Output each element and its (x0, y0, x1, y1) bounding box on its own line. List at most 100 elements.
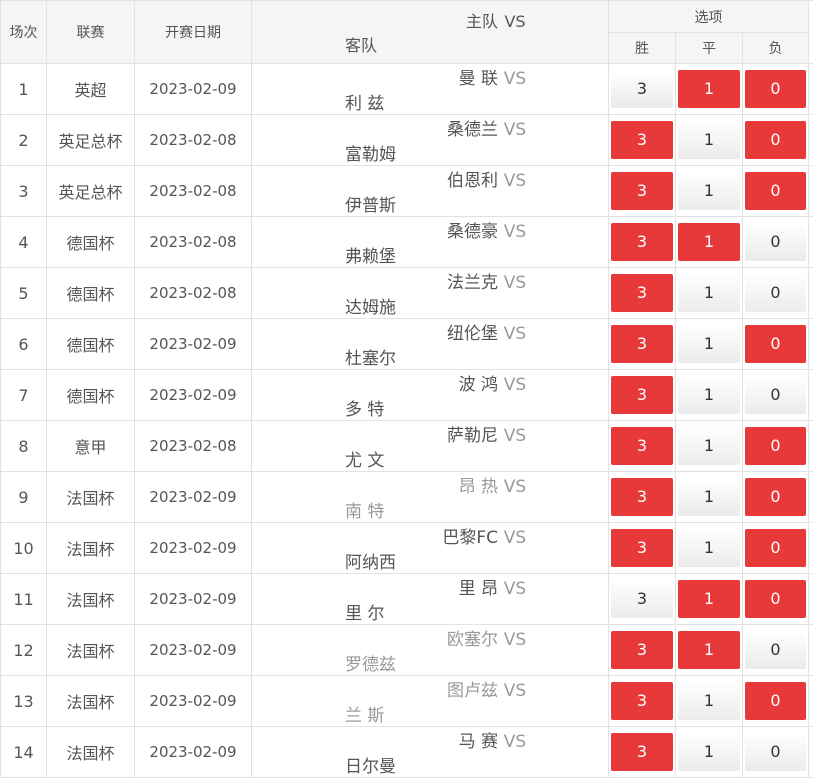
option-lose-button[interactable]: 0 (745, 274, 807, 312)
match-row: 4 德国杯 2023-02-08 桑德豪 VS 弗赖堡 3 1 0 (0, 216, 813, 268)
match-number: 10 (0, 522, 47, 574)
match-row: 1 英超 2023-02-09 曼 联 VS 利 兹 3 1 0 (0, 63, 813, 115)
option-lose-button[interactable]: 0 (745, 70, 807, 108)
option-draw-button[interactable]: 1 (678, 733, 740, 771)
match-league: 德国杯 (46, 267, 135, 319)
option-lose-button[interactable]: 0 (745, 223, 807, 261)
option-win-button[interactable]: 3 (611, 172, 673, 210)
match-teams: 法兰克 VS 达姆施 (251, 267, 609, 319)
option-win-button[interactable]: 3 (611, 121, 673, 159)
option-win-button[interactable]: 3 (611, 733, 673, 771)
away-team: 弗赖堡 (345, 247, 396, 267)
vs-label: VS (503, 579, 527, 599)
away-team: 日尔曼 (345, 757, 396, 777)
option-win-button[interactable]: 3 (611, 529, 673, 567)
match-league: 英足总杯 (46, 114, 135, 166)
match-teams: 桑德兰 VS 富勒姆 (251, 114, 609, 166)
match-number: 9 (0, 471, 47, 523)
option-lose-button[interactable]: 0 (745, 172, 807, 210)
option-lose-button[interactable]: 0 (745, 478, 807, 516)
option-lose-button[interactable]: 0 (745, 529, 807, 567)
home-team: 萨勒尼 (447, 426, 498, 446)
match-league: 意甲 (46, 420, 135, 472)
option-lose-button[interactable]: 0 (745, 376, 807, 414)
option-draw-button[interactable]: 1 (678, 580, 740, 618)
header-teams: 主队 VS 客队 (251, 0, 609, 64)
match-row: 2 英足总杯 2023-02-08 桑德兰 VS 富勒姆 3 1 0 (0, 114, 813, 166)
match-date: 2023-02-09 (134, 522, 252, 574)
option-draw-button[interactable]: 1 (678, 478, 740, 516)
option-win-button[interactable]: 3 (611, 274, 673, 312)
match-date: 2023-02-09 (134, 63, 252, 115)
vs-label: VS (503, 273, 527, 293)
option-lose-button[interactable]: 0 (745, 682, 807, 720)
option-draw-button[interactable]: 1 (678, 274, 740, 312)
match-league: 法国杯 (46, 726, 135, 778)
vs-label: VS (503, 69, 527, 89)
home-team: 图卢兹 (447, 681, 498, 701)
match-row: 10 法国杯 2023-02-09 巴黎FC VS 阿纳西 3 1 0 (0, 522, 813, 574)
option-win-button[interactable]: 3 (611, 427, 673, 465)
away-team: 阿纳西 (345, 553, 396, 573)
option-win-button[interactable]: 3 (611, 325, 673, 363)
header-option-draw: 平 (675, 32, 743, 64)
match-league: 英超 (46, 63, 135, 115)
match-date: 2023-02-08 (134, 165, 252, 217)
match-number: 7 (0, 369, 47, 421)
option-lose-button[interactable]: 0 (745, 325, 807, 363)
match-date: 2023-02-08 (134, 216, 252, 268)
match-number: 12 (0, 624, 47, 676)
vs-label: VS (503, 375, 527, 395)
option-lose-button[interactable]: 0 (745, 121, 807, 159)
option-draw-button[interactable]: 1 (678, 223, 740, 261)
match-row: 8 意甲 2023-02-08 萨勒尼 VS 尤 文 3 1 0 (0, 420, 813, 472)
match-number: 5 (0, 267, 47, 319)
match-date: 2023-02-09 (134, 726, 252, 778)
option-win-button[interactable]: 3 (611, 631, 673, 669)
match-teams: 波 鸿 VS 多 特 (251, 369, 609, 421)
match-teams: 萨勒尼 VS 尤 文 (251, 420, 609, 472)
option-win-button[interactable]: 3 (611, 682, 673, 720)
match-row: 6 德国杯 2023-02-09 纽伦堡 VS 杜塞尔 3 1 0 (0, 318, 813, 370)
match-number: 4 (0, 216, 47, 268)
option-draw-button[interactable]: 1 (678, 121, 740, 159)
option-win-button[interactable]: 3 (611, 580, 673, 618)
vs-label: VS (503, 477, 527, 497)
match-league: 德国杯 (46, 369, 135, 421)
option-draw-button[interactable]: 1 (678, 172, 740, 210)
match-row: 7 德国杯 2023-02-09 波 鸿 VS 多 特 3 1 0 (0, 369, 813, 421)
option-draw-button[interactable]: 1 (678, 70, 740, 108)
match-table: 场次 联赛 开赛日期 主队 VS 客队 选项 胜 平 负 1 英超 2023-02-… (0, 0, 813, 778)
away-team: 尤 文 (345, 451, 385, 471)
option-lose-button[interactable]: 0 (745, 631, 807, 669)
match-teams: 伯恩利 VS 伊普斯 (251, 165, 609, 217)
option-lose-button[interactable]: 0 (745, 733, 807, 771)
vs-label: VS (503, 426, 527, 446)
option-draw-button[interactable]: 1 (678, 631, 740, 669)
match-number: 13 (0, 675, 47, 727)
home-team: 伯恩利 (447, 171, 498, 191)
match-row: 13 法国杯 2023-02-09 图卢兹 VS 兰 斯 3 1 0 (0, 675, 813, 727)
match-row: 11 法国杯 2023-02-09 里 昂 VS 里 尔 3 1 0 (0, 573, 813, 625)
vs-label: VS (503, 120, 527, 140)
away-team: 伊普斯 (345, 196, 396, 216)
option-draw-button[interactable]: 1 (678, 682, 740, 720)
option-draw-button[interactable]: 1 (678, 529, 740, 567)
match-number: 1 (0, 63, 47, 115)
match-teams: 昂 热 VS 南 特 (251, 471, 609, 523)
option-draw-button[interactable]: 1 (678, 376, 740, 414)
match-date: 2023-02-09 (134, 318, 252, 370)
option-draw-button[interactable]: 1 (678, 325, 740, 363)
option-draw-button[interactable]: 1 (678, 427, 740, 465)
match-league: 法国杯 (46, 624, 135, 676)
option-win-button[interactable]: 3 (611, 70, 673, 108)
option-win-button[interactable]: 3 (611, 376, 673, 414)
match-date: 2023-02-08 (134, 114, 252, 166)
header-option-win: 胜 (608, 32, 676, 64)
option-lose-button[interactable]: 0 (745, 427, 807, 465)
home-team: 马 赛 (458, 732, 498, 752)
match-date: 2023-02-08 (134, 267, 252, 319)
option-win-button[interactable]: 3 (611, 478, 673, 516)
option-lose-button[interactable]: 0 (745, 580, 807, 618)
option-win-button[interactable]: 3 (611, 223, 673, 261)
